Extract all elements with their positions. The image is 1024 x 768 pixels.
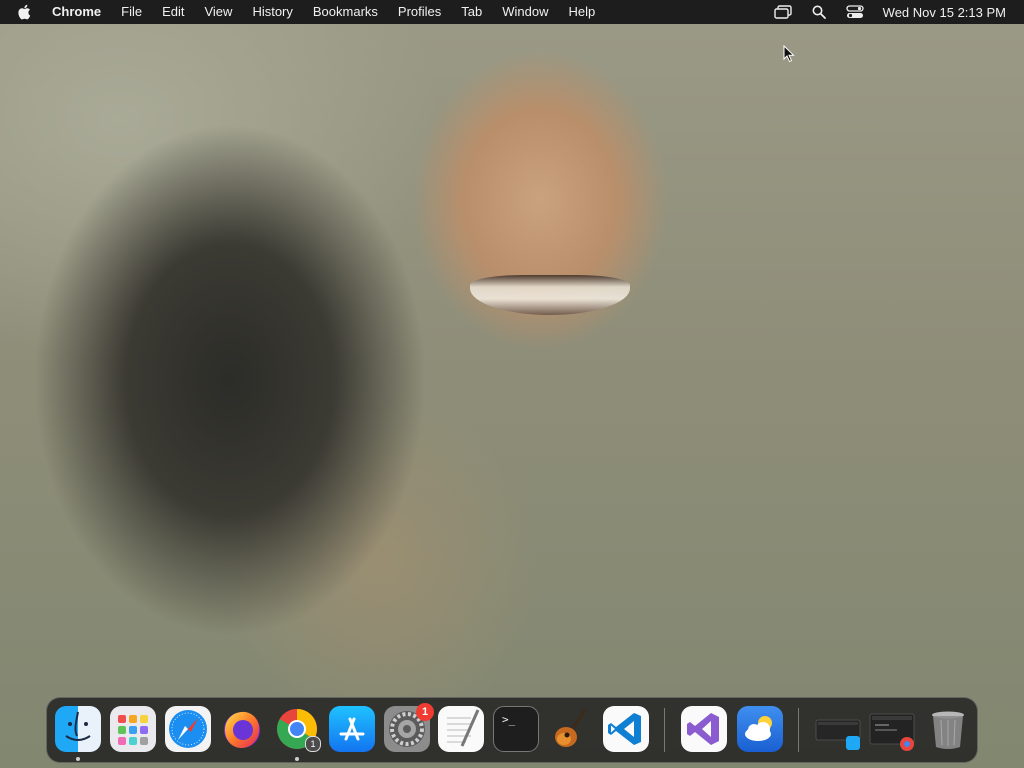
chrome-window-count-badge: 1	[305, 736, 321, 752]
menu-profiles[interactable]: Profiles	[388, 0, 451, 24]
dock: 1 1 >_	[46, 697, 978, 763]
visual-studio-icon[interactable]	[681, 706, 727, 752]
firefox-icon[interactable]	[219, 706, 265, 752]
control-center-icon[interactable]	[845, 4, 865, 20]
minimized-window-chrome-icon[interactable]	[869, 706, 915, 752]
spotlight-search-icon[interactable]	[809, 4, 829, 20]
menu-bookmarks[interactable]: Bookmarks	[303, 0, 388, 24]
screen-mirroring-icon[interactable]	[773, 4, 793, 20]
dock-separator	[798, 708, 799, 752]
menu-bar-status-area: Wed Nov 15 2:13 PM	[765, 0, 1024, 24]
mouse-pointer-icon	[783, 45, 795, 63]
menu-window[interactable]: Window	[492, 0, 558, 24]
menu-help[interactable]: Help	[559, 0, 606, 24]
apple-menu-icon[interactable]	[17, 4, 35, 20]
safari-icon[interactable]	[165, 706, 211, 752]
menu-bar-clock[interactable]: Wed Nov 15 2:13 PM	[883, 5, 1006, 20]
wallpaper-detail	[470, 275, 630, 315]
terminal-prompt: >_	[502, 713, 516, 726]
trash-icon[interactable]	[925, 706, 971, 752]
running-indicator	[295, 757, 299, 761]
finder-icon[interactable]	[55, 706, 101, 752]
garageband-icon[interactable]	[547, 706, 593, 752]
menu-bar-left: Chrome File Edit View History Bookmarks …	[0, 0, 605, 24]
settings-notification-badge: 1	[416, 703, 434, 721]
textedit-icon[interactable]	[438, 706, 484, 752]
dock-separator	[664, 708, 665, 752]
app-store-icon[interactable]	[329, 706, 375, 752]
terminal-icon[interactable]: >_	[493, 706, 539, 752]
running-indicator	[76, 757, 80, 761]
menu-tab[interactable]: Tab	[451, 0, 492, 24]
menu-history[interactable]: History	[242, 0, 302, 24]
menu-bar: Chrome File Edit View History Bookmarks …	[0, 0, 1024, 24]
menu-app-name[interactable]: Chrome	[44, 0, 111, 24]
desktop-wallpaper	[0, 0, 1024, 768]
menu-file[interactable]: File	[111, 0, 152, 24]
menu-edit[interactable]: Edit	[152, 0, 194, 24]
weather-icon[interactable]	[737, 706, 783, 752]
minimized-window-finder-icon[interactable]	[815, 706, 861, 752]
vscode-icon[interactable]	[603, 706, 649, 752]
menu-view[interactable]: View	[194, 0, 242, 24]
launchpad-icon[interactable]	[110, 706, 156, 752]
